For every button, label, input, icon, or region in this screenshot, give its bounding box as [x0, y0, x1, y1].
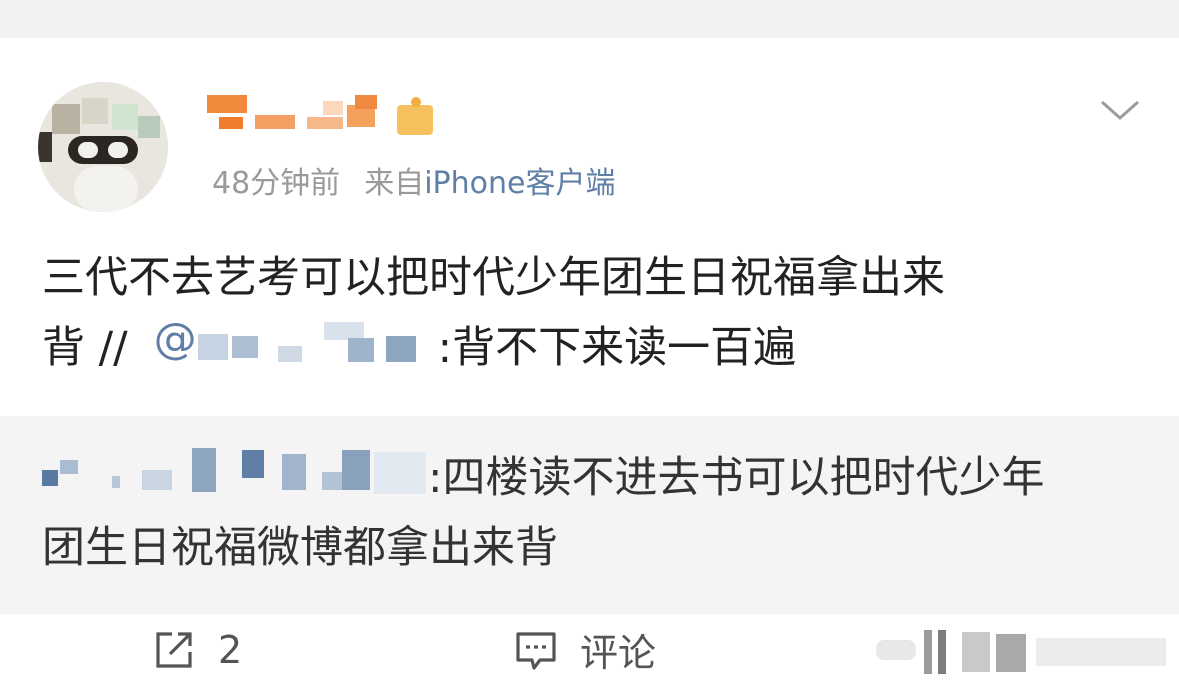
comment-label: 评论	[580, 631, 657, 675]
username[interactable]	[207, 95, 447, 137]
repost-author-link[interactable]	[42, 446, 428, 498]
top-separator	[0, 0, 1179, 38]
post-body-prefix: 背 //	[42, 323, 128, 373]
mention-link[interactable]: @	[128, 314, 438, 368]
repost-count: 2	[218, 627, 243, 672]
post-body-suffix: :背不下来读一百遍	[437, 323, 797, 373]
post-body-line1: 三代不去艺考可以把时代少年团生日祝福拿出来	[42, 253, 945, 303]
source-prefix: 来自	[364, 166, 425, 201]
mention-at: @	[153, 314, 197, 364]
post-body-line2: 背 // @ :背不下来读一百遍	[42, 313, 1142, 383]
repost-body-line1: :四楼读不进去书可以把时代少年	[42, 443, 1142, 513]
post-body: 三代不去艺考可以把时代少年团生日祝福拿出来 背 // @ :背不下来读一百遍	[42, 243, 1142, 383]
action-bar: 2 评论	[0, 614, 1179, 685]
post-meta: 48分钟前 来自iPhone客户端	[212, 164, 615, 204]
repost-body-text: :四楼读不进去书可以把时代少年	[428, 453, 1045, 503]
comment-button[interactable]: 评论	[514, 614, 656, 685]
repost-body: :四楼读不进去书可以把时代少年 团生日祝福微博都拿出来背	[42, 443, 1142, 583]
post-time: 48分钟前	[212, 166, 341, 201]
comment-icon	[516, 631, 556, 670]
repost-button[interactable]: 2	[152, 614, 242, 685]
like-button[interactable]	[876, 622, 1172, 682]
share-icon	[156, 631, 192, 668]
avatar[interactable]	[38, 82, 168, 212]
chevron-down-icon[interactable]	[1098, 94, 1142, 124]
weibo-post-card[interactable]: 48分钟前 来自iPhone客户端 三代不去艺考可以把时代少年团生日祝福拿出来 背…	[0, 38, 1179, 685]
reposted-content[interactable]: :四楼读不进去书可以把时代少年 团生日祝福微博都拿出来背	[0, 416, 1179, 614]
source-link[interactable]: iPhone客户端	[424, 166, 615, 201]
repost-body-line2: 团生日祝福微博都拿出来背	[42, 523, 558, 573]
